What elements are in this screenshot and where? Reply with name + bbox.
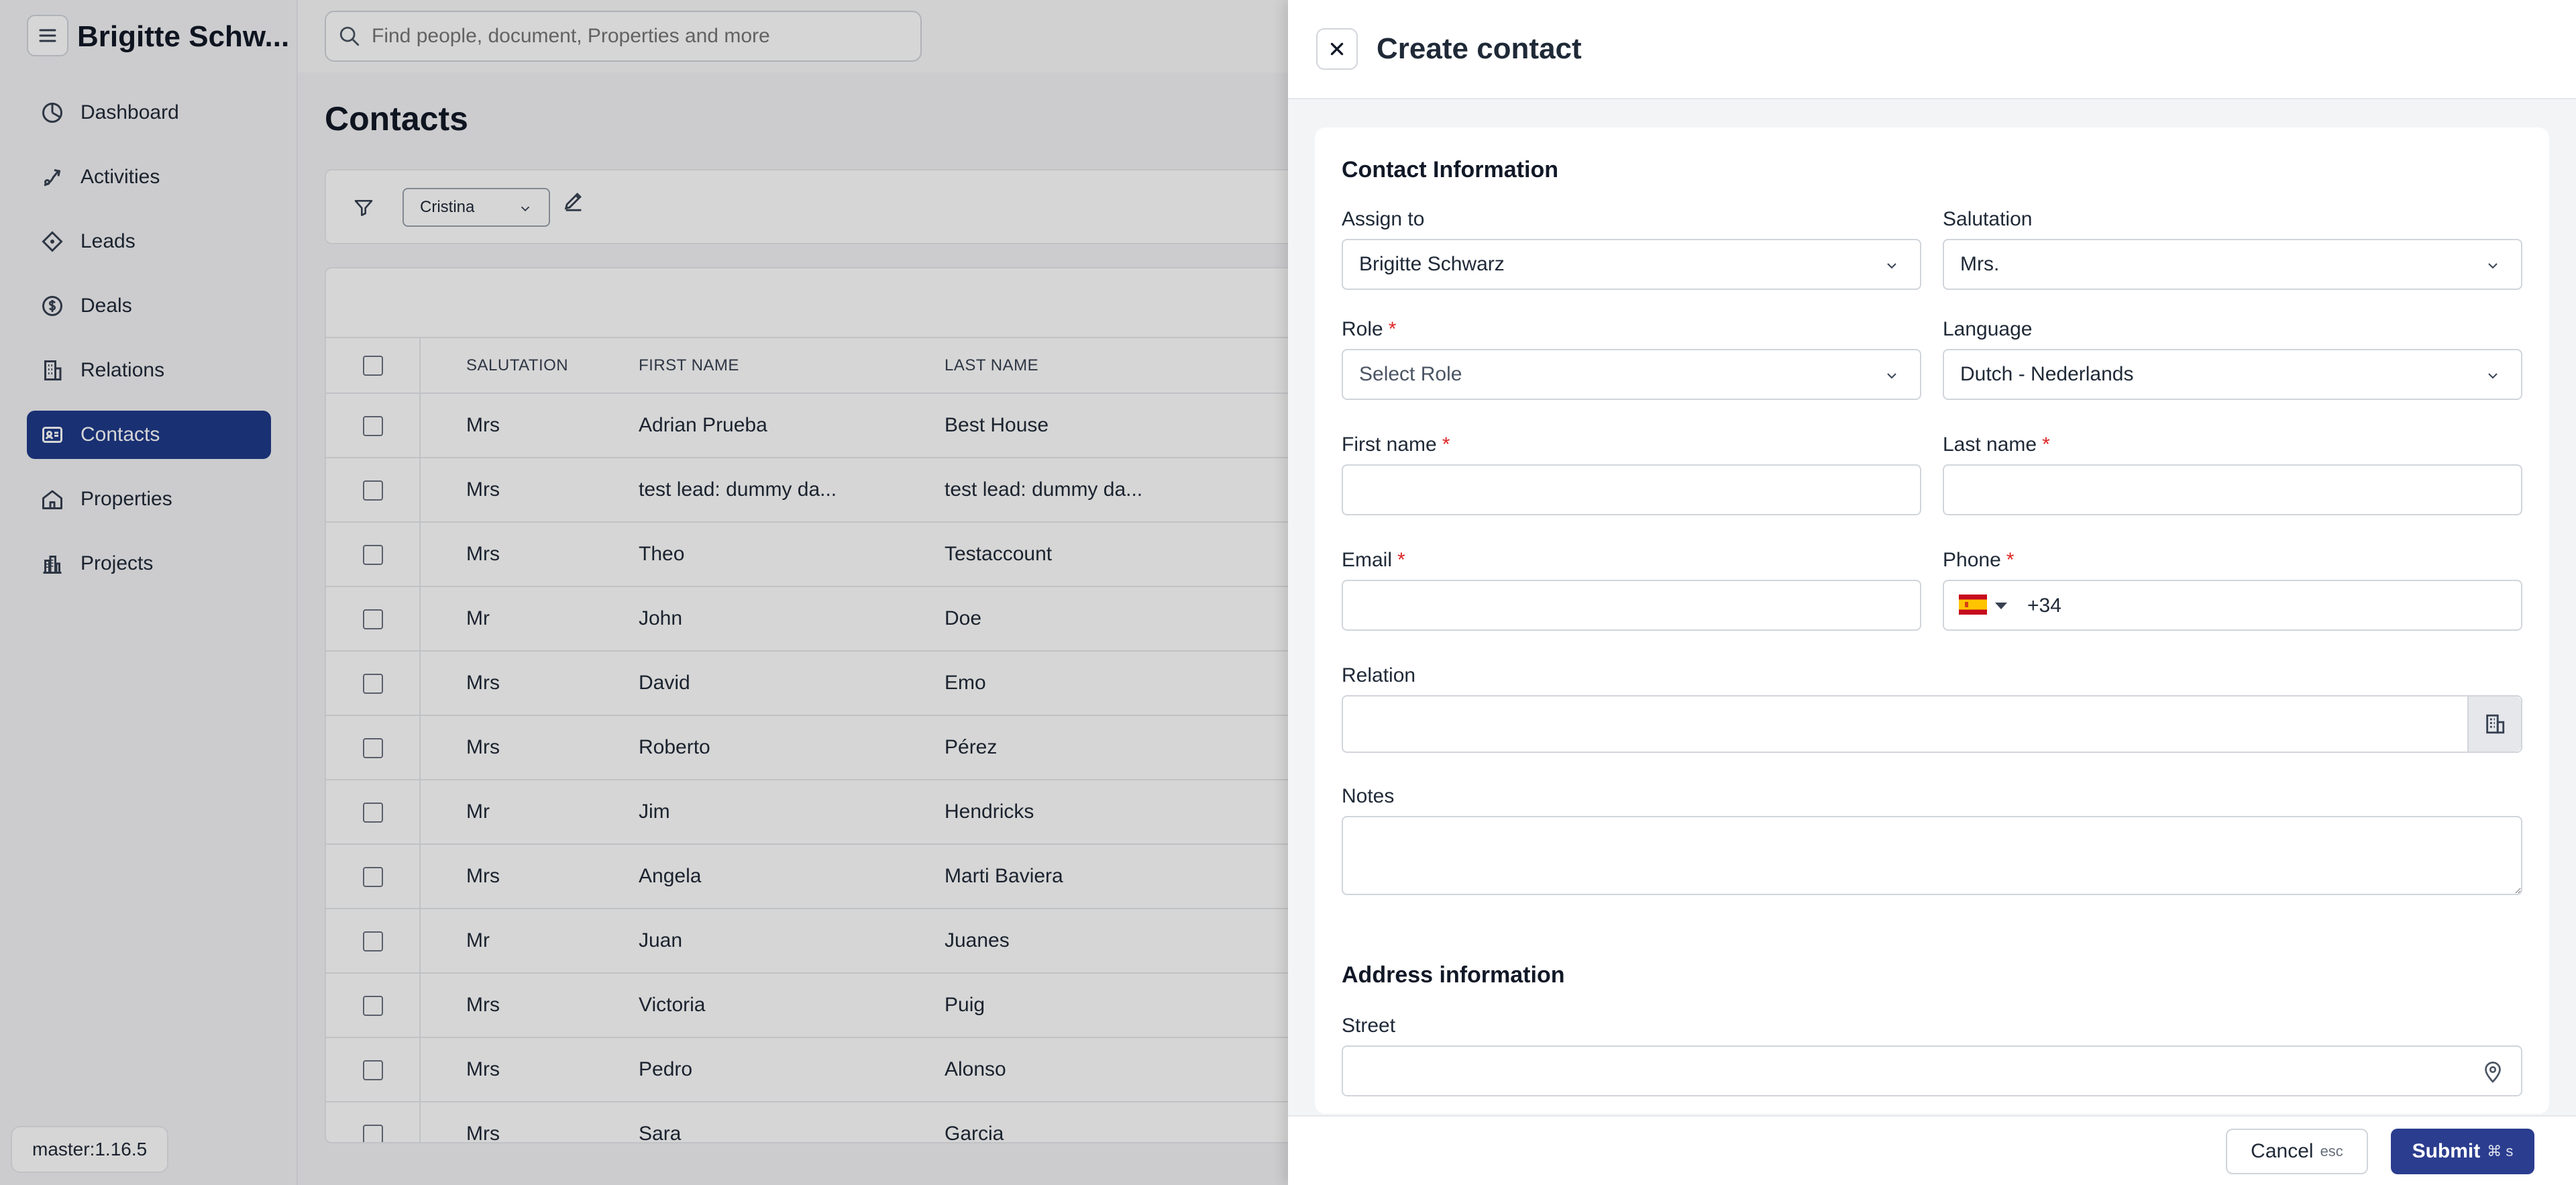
modal-backdrop[interactable] [0, 0, 1288, 1185]
salutation-select[interactable]: Mrs. [1943, 239, 2522, 290]
notes-label: Notes [1342, 785, 1394, 808]
chevron-down-icon [2488, 263, 2498, 269]
first-name-label: First name * [1342, 433, 1450, 456]
building-icon [2486, 714, 2505, 734]
close-button[interactable] [1316, 28, 1358, 70]
drawer-footer: Cancel esc Submit ⌘ s [1288, 1115, 2576, 1185]
assign-to-label-text: Assign to [1342, 208, 1425, 230]
relation-field[interactable] [1342, 695, 2522, 753]
contact-form: Contact Information Assign to Brigitte S… [1315, 127, 2549, 1114]
language-label-text: Language [1943, 318, 2033, 340]
relation-label-text: Relation [1342, 664, 1416, 686]
email-input[interactable] [1342, 580, 1921, 631]
chevron-down-icon [2488, 373, 2498, 379]
relation-label: Relation [1342, 664, 1415, 687]
salutation-label-text: Salutation [1943, 208, 2033, 230]
submit-button[interactable]: Submit ⌘ s [2391, 1129, 2534, 1174]
email-label: Email * [1342, 549, 1405, 572]
notes-textarea[interactable] [1342, 816, 2522, 895]
section-title-contact: Contact Information [1342, 157, 1558, 183]
chevron-down-icon [1887, 263, 1896, 269]
phone-field: +34 [1943, 580, 2522, 631]
section-title-address: Address information [1342, 962, 1565, 988]
first-name-label-text: First name [1342, 433, 1437, 456]
phone-number-input[interactable]: +34 [2027, 595, 2061, 617]
street-label-text: Street [1342, 1015, 1396, 1037]
language-value: Dutch - Nederlands [1960, 363, 2134, 385]
last-name-label: Last name * [1943, 433, 2050, 456]
salutation-value: Mrs. [1960, 253, 2000, 275]
caret-down-icon [1995, 603, 2007, 609]
notes-label-text: Notes [1342, 785, 1395, 807]
chevron-down-icon [1887, 373, 1896, 379]
assign-to-label: Assign to [1342, 208, 1424, 231]
required-mark: * [1388, 318, 1397, 340]
assign-to-value: Brigitte Schwarz [1359, 253, 1505, 275]
cancel-label: Cancel [2251, 1140, 2314, 1162]
required-mark: * [2042, 433, 2050, 456]
phone-label-text: Phone [1943, 549, 2001, 571]
role-placeholder: Select Role [1359, 363, 1462, 385]
phone-label: Phone * [1943, 549, 2014, 572]
role-select[interactable]: Select Role [1342, 349, 1921, 400]
required-mark: * [2006, 549, 2015, 571]
required-mark: * [1397, 549, 1405, 571]
first-name-input[interactable] [1342, 464, 1921, 515]
cancel-shortcut: esc [2320, 1143, 2343, 1160]
drawer-header: Create contact [1288, 0, 2576, 99]
last-name-input[interactable] [1943, 464, 2522, 515]
relation-lookup-button[interactable] [2467, 697, 2521, 752]
submit-shortcut: ⌘ s [2487, 1143, 2514, 1160]
email-label-text: Email [1342, 549, 1393, 571]
drawer-title: Create contact [1377, 32, 1582, 65]
create-contact-drawer: Create contact Contact Information Assig… [1288, 0, 2576, 1185]
map-pin-icon[interactable] [2481, 1059, 2505, 1084]
street-input[interactable] [1342, 1045, 2522, 1096]
cancel-button[interactable]: Cancel esc [2226, 1129, 2368, 1174]
required-mark: * [1442, 433, 1450, 456]
language-label: Language [1943, 318, 2032, 341]
language-select[interactable]: Dutch - Nederlands [1943, 349, 2522, 400]
app-root: Brigitte Schw... Dashboard Activities Lead… [0, 0, 2576, 1185]
last-name-label-text: Last name [1943, 433, 2037, 456]
assign-to-select[interactable]: Brigitte Schwarz [1342, 239, 1921, 290]
street-label: Street [1342, 1015, 1395, 1037]
submit-label: Submit [2412, 1140, 2481, 1162]
role-label-text: Role [1342, 318, 1383, 340]
close-icon [1330, 42, 1344, 56]
salutation-label: Salutation [1943, 208, 2032, 231]
role-label: Role * [1342, 318, 1396, 341]
spain-flag-icon [1959, 595, 1987, 615]
